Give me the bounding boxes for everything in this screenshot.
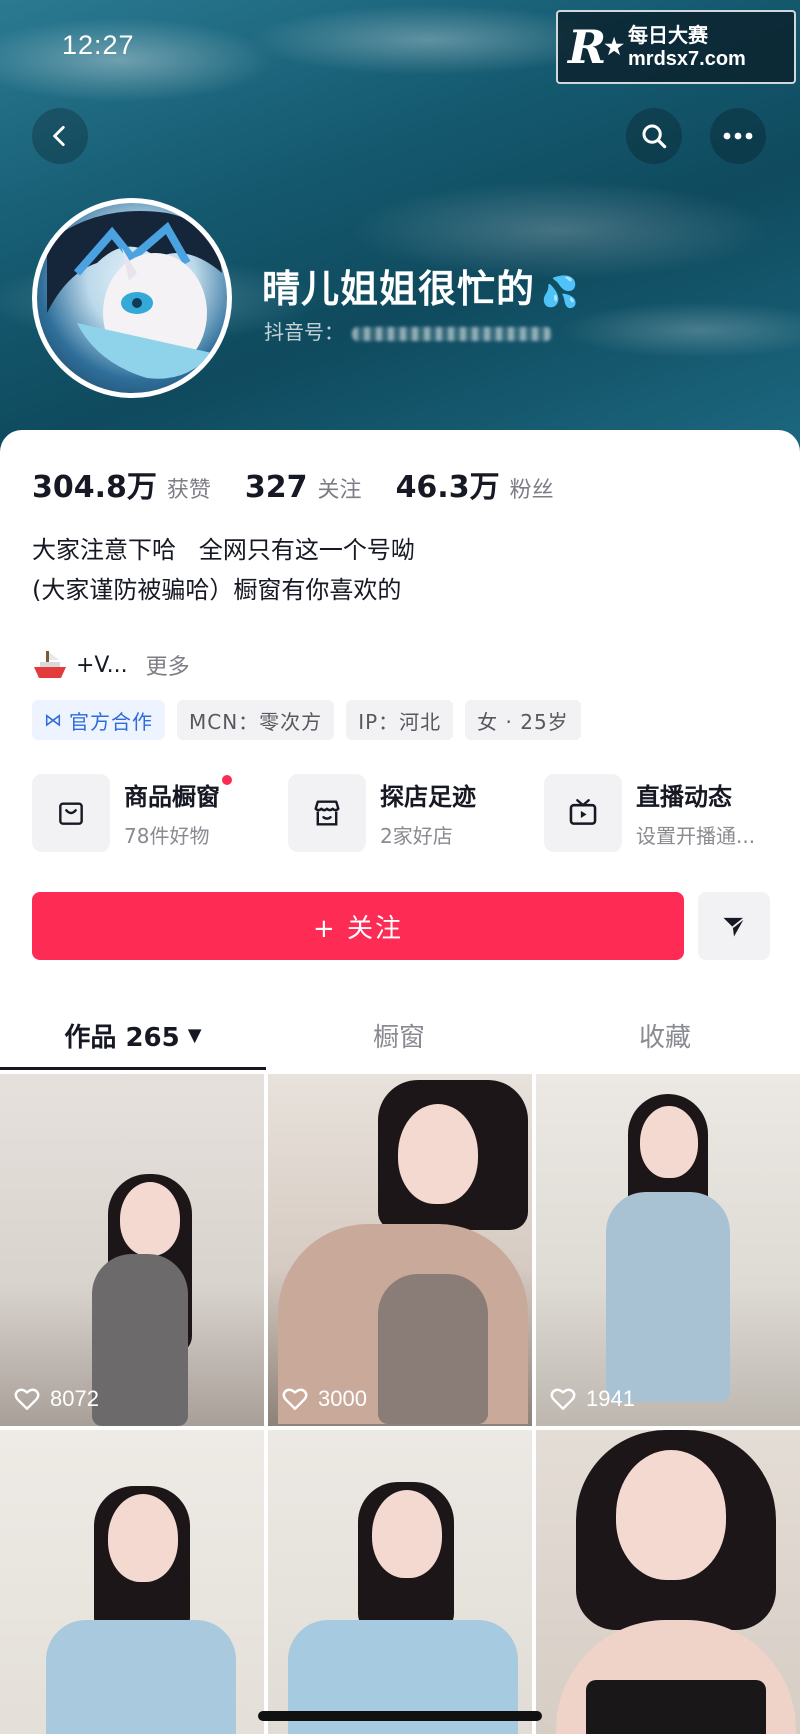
handshake-icon: ⋈ [44, 709, 63, 731]
bag-icon [59, 802, 83, 825]
feature-subtitle: 2家好店 [380, 824, 453, 848]
tab-works[interactable]: 作品 265 ▼ [0, 1000, 266, 1070]
bio-extra[interactable]: +V... 更多 [32, 648, 190, 682]
tab-favorites[interactable]: 收藏 [532, 1000, 798, 1070]
tag-label: IP：河北 [358, 709, 442, 734]
tag-official[interactable]: ⋈ 官方合作 [32, 700, 165, 740]
droplets-icon: 💦 [541, 275, 580, 310]
douyin-id-blurred-value [352, 326, 552, 341]
content-tabs: 作品 265 ▼ 橱窗 收藏 [0, 1000, 800, 1070]
tab-label: 收藏 [638, 1022, 691, 1053]
more-dots-icon [723, 132, 753, 140]
feature-title: 探店足迹 [380, 783, 476, 811]
stat-following[interactable]: 327 关注 [245, 470, 362, 505]
follow-button[interactable]: + 关注 [32, 892, 684, 960]
feature-live[interactable]: 直播动态 设置开播通... [544, 774, 800, 852]
feature-store-visits[interactable]: 探店足迹 2家好店 [288, 774, 544, 852]
video-likes: 1941 [550, 1386, 635, 1412]
ship-icon [34, 651, 66, 678]
status-time: 12:27 [62, 30, 135, 60]
video-likes: 8072 [14, 1386, 99, 1412]
tab-label: 橱窗 [372, 1022, 425, 1053]
bio-extra-text: +V... [76, 652, 128, 678]
bio-line: (大家谨防被骗哈）橱窗有你喜欢的 [32, 576, 402, 604]
tag-label: MCN：零次方 [189, 709, 323, 734]
share-button[interactable] [698, 892, 770, 960]
video-tile[interactable] [268, 1430, 532, 1734]
video-likes: 3000 [282, 1386, 367, 1412]
video-tile[interactable] [0, 1430, 264, 1734]
feature-entries: 商品橱窗 78件好物 探店足迹 2家好店 直播动态 设置开播通... [32, 774, 800, 852]
stat-likes: 304.8万 获赞 [32, 462, 211, 506]
tag-label: 女 · 25岁 [477, 709, 569, 734]
heart-icon [550, 1388, 576, 1410]
video-tile[interactable]: 8072 [0, 1074, 264, 1426]
tab-label: 作品 265 [64, 1022, 180, 1053]
profile-bio: 大家注意下哈 全网只有这一个号呦 (大家谨防被骗哈）橱窗有你喜欢的 [32, 530, 415, 610]
profile-nickname: 晴儿姐姐很忙的 💦 [262, 267, 580, 311]
stat-label: 获赞 [166, 478, 211, 503]
feature-showcase[interactable]: 商品橱窗 78件好物 [32, 774, 288, 852]
watermark-logo: R ★ [568, 20, 624, 74]
chevron-left-icon [53, 125, 65, 147]
feature-subtitle: 设置开播通... [636, 824, 756, 848]
stat-label: 关注 [317, 478, 362, 503]
store-icon [314, 800, 340, 826]
watermark-line1: 每日大赛 [628, 23, 708, 47]
stat-value: 46.3万 [395, 470, 500, 505]
tag-ip: IP：河北 [346, 700, 454, 740]
search-button[interactable] [626, 108, 682, 164]
bio-line: 大家注意下哈 全网只有这一个号呦 [32, 536, 415, 564]
more-button[interactable] [710, 108, 766, 164]
profile-stats: 304.8万 获赞 327 关注 46.3万 粉丝 [32, 462, 588, 506]
watermark-line2: mrdsx7.com [628, 48, 746, 70]
video-tile[interactable]: 3000 [268, 1074, 532, 1426]
tv-icon [569, 799, 597, 825]
send-arrow-icon [723, 917, 746, 937]
stat-label: 粉丝 [509, 478, 554, 503]
stat-value: 304.8万 [32, 470, 157, 505]
tag-label: 官方合作 [69, 709, 153, 734]
video-tile[interactable]: 1941 [536, 1074, 800, 1426]
back-button[interactable] [32, 108, 88, 164]
avatar[interactable] [32, 198, 232, 398]
douyin-id-label: 抖音号： [264, 320, 344, 344]
tag-mcn[interactable]: MCN：零次方 [177, 700, 335, 740]
heart-icon [14, 1388, 40, 1410]
stat-followers[interactable]: 46.3万 粉丝 [396, 462, 554, 506]
profile-card: 304.8万 获赞 327 关注 46.3万 粉丝 大家注意下哈 全网只有这一个… [0, 430, 800, 1734]
profile-tags: ⋈ 官方合作 MCN：零次方 IP：河北 女 · 25岁 [32, 700, 593, 740]
search-icon [642, 124, 667, 149]
home-indicator [258, 1711, 542, 1721]
video-tile[interactable] [536, 1430, 800, 1734]
stat-value: 327 [244, 470, 308, 505]
avatar-illustration [47, 211, 222, 379]
video-grid: 8072 3000 1941 [0, 1074, 800, 1734]
notification-dot [222, 775, 232, 785]
tab-showcase[interactable]: 橱窗 [266, 1000, 532, 1070]
feature-subtitle: 78件好物 [124, 824, 210, 848]
feature-title: 直播动态 [636, 783, 732, 811]
caret-down-icon: ▼ [187, 1024, 202, 1046]
watermark: R ★ 每日大赛 mrdsx7.com [556, 10, 796, 84]
douyin-id[interactable]: 抖音号： [264, 316, 552, 345]
tag-gender-age: 女 · 25岁 [465, 700, 581, 740]
more-link[interactable]: 更多 [146, 649, 190, 681]
feature-title: 商品橱窗 [124, 775, 232, 812]
heart-icon [282, 1388, 308, 1410]
